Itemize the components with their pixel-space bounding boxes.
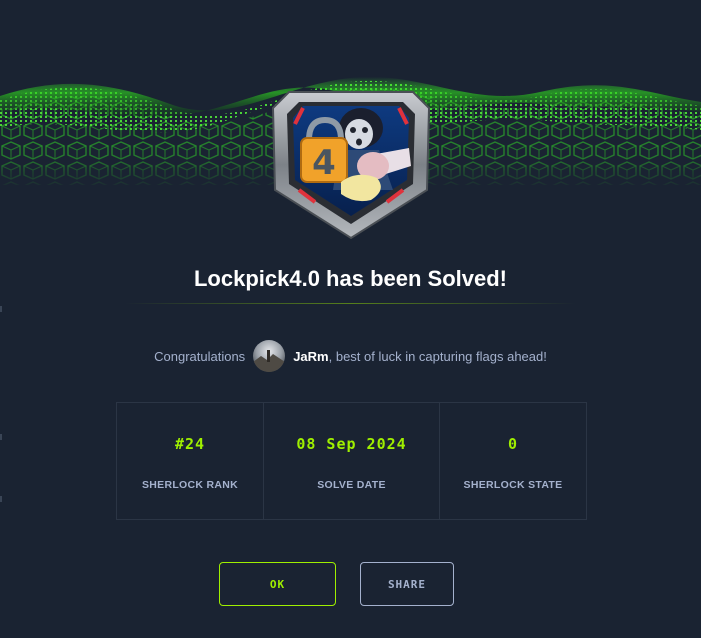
edge-mark [0,306,2,312]
svg-text:4: 4 [312,143,336,183]
stats-panel: #24 SHERLOCK RANK 08 Sep 2024 SOLVE DATE… [116,402,587,520]
congratulations-message: Congratulations JaRm , best of luck in c… [0,338,701,374]
username-link[interactable]: JaRm [293,349,328,364]
page-title: Lockpick4.0 has been Solved! [193,266,507,291]
title-divider [125,303,576,304]
stat-value: 0 [507,435,519,453]
share-button[interactable]: SHARE [360,562,454,606]
solved-modal: 4 Lockpick4.0 has been Solved! Congratul… [0,0,701,638]
stat-solve-date: 08 Sep 2024 SOLVE DATE [263,403,439,519]
stat-value: 08 Sep 2024 [296,435,407,453]
stat-label: SHERLOCK STATE [463,479,563,491]
stat-label: SOLVE DATE [317,479,386,491]
congrats-prefix: Congratulations [154,348,246,364]
congrats-suffix: , best of luck in capturing flags ahead! [328,348,547,364]
avatar[interactable] [253,340,286,372]
stat-label: SHERLOCK RANK [141,479,239,491]
stat-sherlock-rank: #24 SHERLOCK RANK [117,403,263,519]
stat-value: #24 [174,435,206,453]
ok-button[interactable]: OK [219,562,336,606]
sherlock-badge-icon: 4 [271,91,431,240]
edge-mark [0,496,2,502]
stat-sherlock-state: 0 SHERLOCK STATE [439,403,586,519]
edge-mark [0,434,2,440]
avatar-image-icon [253,340,286,372]
